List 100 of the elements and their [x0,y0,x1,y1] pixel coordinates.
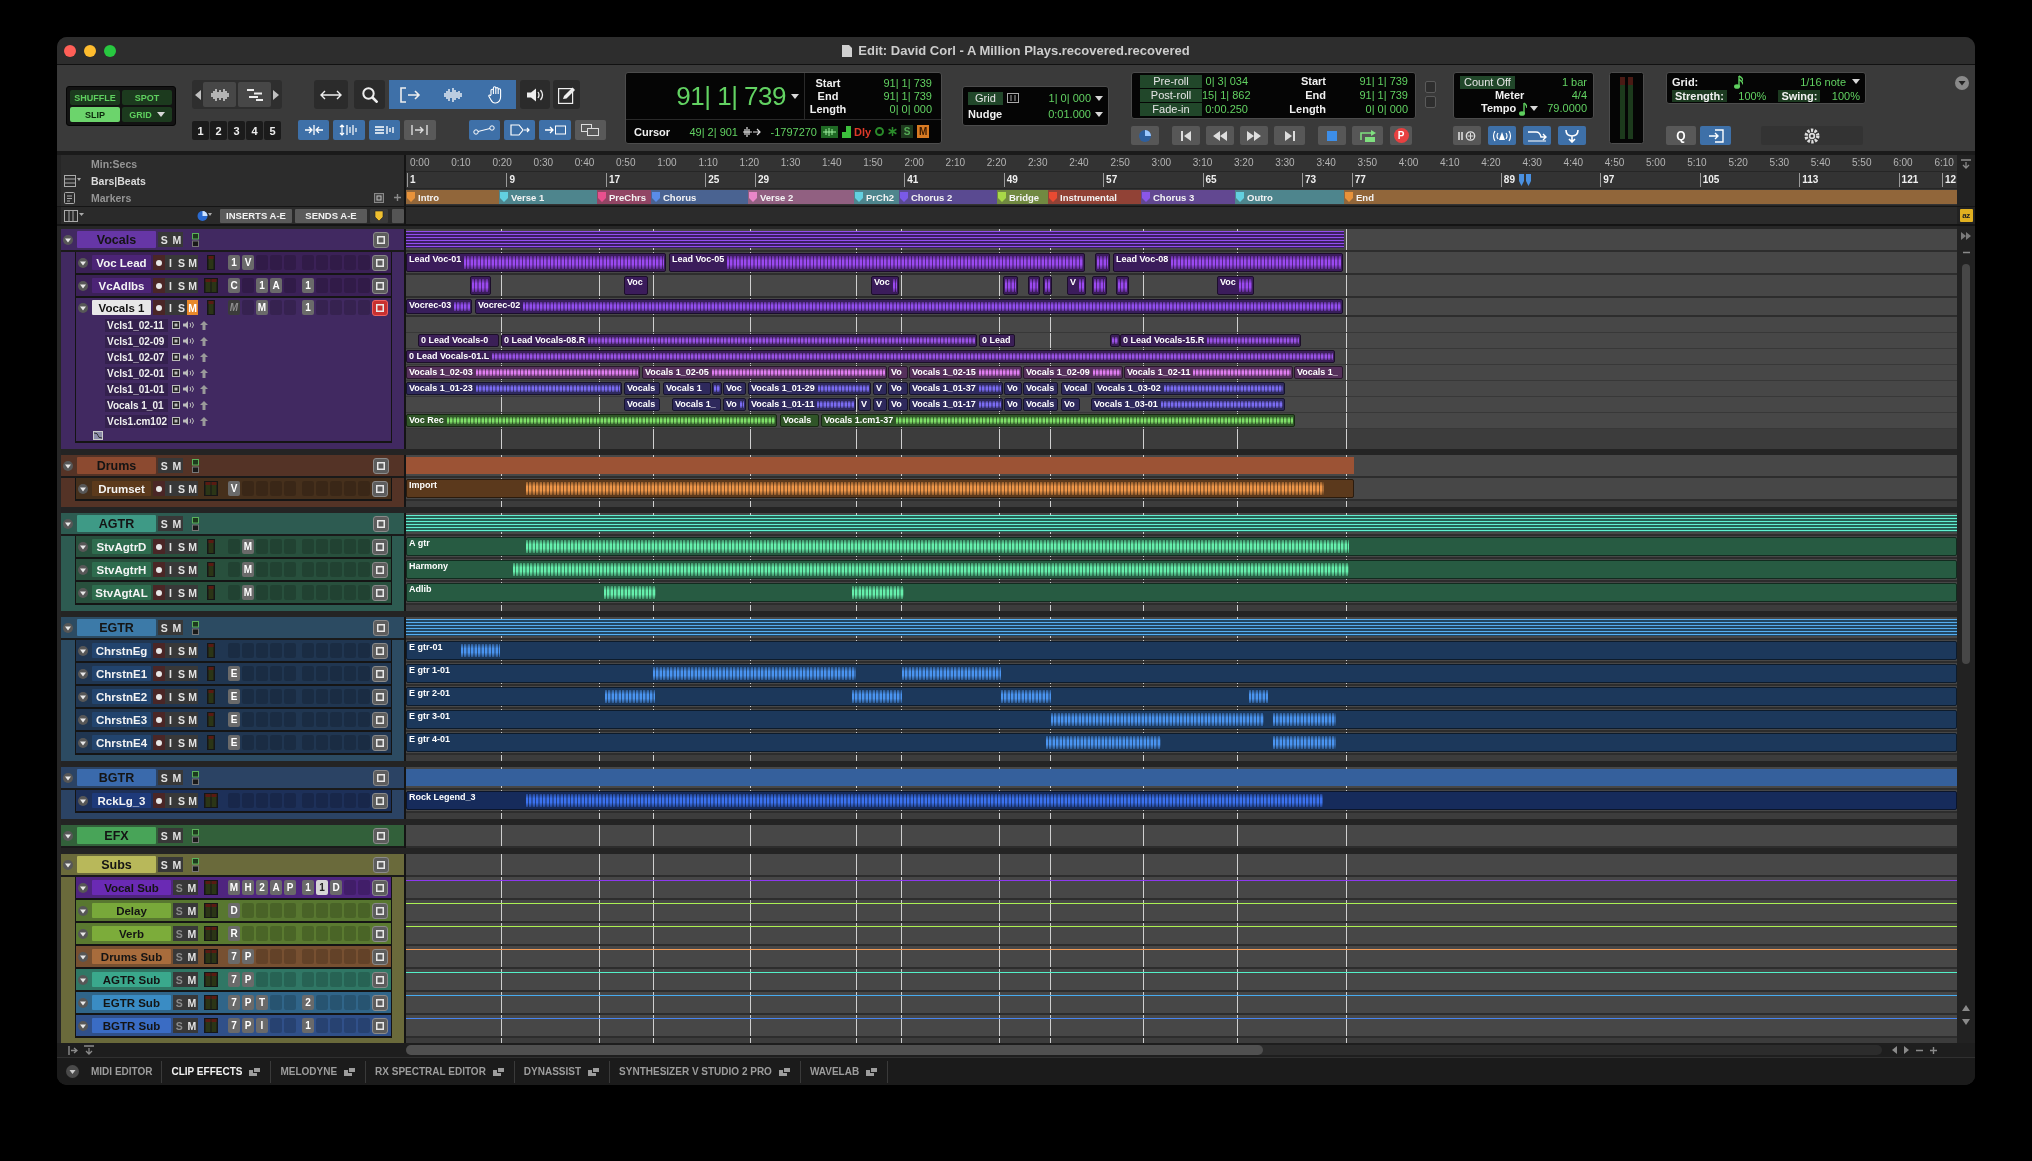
audio-clip[interactable] [1003,276,1018,295]
toggle-button[interactable] [1558,126,1586,145]
panel-tab[interactable]: SYNTHESIZER V STUDIO 2 PRO [610,1060,801,1083]
triangle-left-icon[interactable] [195,89,201,100]
insert-button[interactable]: 1 [256,278,268,293]
audio-clip[interactable]: 0 Lead Vocals-15.R [1120,334,1301,347]
speaker-icon[interactable] [183,337,195,345]
audio-clip[interactable]: Vocals 1_02-05 [642,366,887,379]
folder-name[interactable]: EFX [77,827,156,844]
audio-clip[interactable]: Vocrec-02 [475,299,1343,314]
solo-button[interactable]: S [176,300,187,315]
solo-button[interactable]: S [176,278,187,293]
audio-clip[interactable]: Vocals [1023,382,1058,395]
playlist-name[interactable]: Vcls1_02-07 [105,350,168,364]
folder-name[interactable]: Subs [77,856,156,873]
square-icon[interactable] [172,353,180,361]
transport-button[interactable] [1352,126,1383,145]
insert-button[interactable]: R [228,926,240,941]
track-name[interactable]: AGTR Sub [92,972,171,987]
audio-clip[interactable]: Vocals [780,414,819,427]
transport-button[interactable] [1131,126,1159,145]
edit-mode-button[interactable]: SHUFFLE [70,90,120,105]
insert-button[interactable]: V [242,255,254,270]
marker-region[interactable]: PrCh2 [854,190,899,204]
swing-value[interactable]: 100% [1831,89,1860,102]
record-button[interactable]: P [1390,126,1412,145]
waveform-button[interactable] [203,82,236,107]
speaker-icon[interactable] [183,401,195,409]
insert-button[interactable]: P [284,880,296,895]
note-icon[interactable] [1519,101,1528,116]
solo-button[interactable]: S [176,562,187,577]
track-name[interactable]: ChrstnE4 [92,735,151,750]
input-button[interactable]: I [165,712,176,727]
lane-view-button[interactable] [373,619,389,636]
mute-button[interactable]: M [187,585,198,600]
mute-button[interactable]: M [187,793,198,808]
audio-clip[interactable] [1116,276,1129,295]
note-icon[interactable] [1734,74,1744,89]
pie-icon[interactable] [197,209,212,222]
triangle-right-icon[interactable] [1904,1046,1909,1054]
scrollbar-thumb[interactable] [406,1045,1263,1055]
caret-circle-icon[interactable] [66,1065,79,1078]
square-icon[interactable] [172,417,180,425]
sort-button[interactable]: az [1959,209,1973,222]
record-arm-button[interactable] [153,562,165,577]
grid-label[interactable]: Grid [968,91,1003,105]
lane-view-button[interactable] [373,856,389,873]
speaker-icon[interactable] [183,417,195,425]
audio-clip[interactable]: Adlib [406,583,1957,602]
audio-clip[interactable]: Vocals [624,382,660,395]
playlist-name[interactable]: Vcls1.cm102 [105,414,168,428]
track-name[interactable]: Drumset [92,481,151,496]
send-slot[interactable] [344,1018,356,1033]
audio-clip[interactable] [1092,276,1107,295]
toggle-button[interactable] [1488,126,1516,145]
speaker-icon[interactable] [183,385,195,393]
audio-clip[interactable]: Vo [888,366,908,379]
marker-region[interactable]: Chorus 2 [899,190,997,204]
column-button[interactable]: INSERTS A-E [220,208,292,223]
audio-clip[interactable]: Rock Legend_3 [406,791,1957,810]
send-slot[interactable] [316,995,328,1010]
lane-view-button[interactable] [372,584,388,601]
insert-slot[interactable] [270,995,282,1010]
send-button[interactable]: 1 [302,1018,314,1033]
bars-button[interactable] [238,82,271,107]
insert-button[interactable]: M [242,539,254,554]
lane-view-button[interactable] [372,561,388,578]
column-button[interactable]: SENDS A-E [295,208,367,223]
send-slot[interactable] [344,995,356,1010]
audio-clip[interactable]: Vocals 1_ [672,398,721,411]
lane-view-button[interactable] [373,515,389,532]
list-icon[interactable] [64,174,81,187]
lane-view-button[interactable] [372,277,388,294]
solo-button[interactable]: S [176,712,187,727]
indicator[interactable]: M [917,125,930,138]
insert-button[interactable]: P [242,972,254,987]
step-icon[interactable] [842,125,851,138]
input-button[interactable]: I [165,300,176,315]
track-name[interactable]: ChrstnE3 [92,712,151,727]
mute-button[interactable]: M [187,481,198,496]
audio-clip[interactable]: Vocals [1023,398,1058,411]
audio-clip[interactable]: Voc Rec [406,414,777,427]
input-button[interactable]: I [165,481,176,496]
audio-clip[interactable]: Lead Voc-01 [406,253,666,272]
square-icon[interactable] [172,369,180,377]
close-icon[interactable] [64,44,76,57]
insert-button[interactable]: A [270,278,282,293]
insert-button[interactable]: D [228,903,240,918]
solo-button[interactable]: S [173,949,186,964]
send-button[interactable]: 1 [302,278,314,293]
audio-clip[interactable]: Vocal [1061,382,1092,395]
record-arm-button[interactable] [153,481,165,496]
insert-slot[interactable] [270,1018,282,1033]
playlist-name[interactable]: Vcls1_01-01 [105,382,168,396]
record-arm-button[interactable] [153,712,165,727]
solo-button[interactable]: S [158,458,171,473]
insert-button[interactable]: V [228,481,240,496]
notes-icon[interactable] [64,191,75,204]
insert-button[interactable]: M [242,562,254,577]
transport-button[interactable] [1274,126,1305,145]
